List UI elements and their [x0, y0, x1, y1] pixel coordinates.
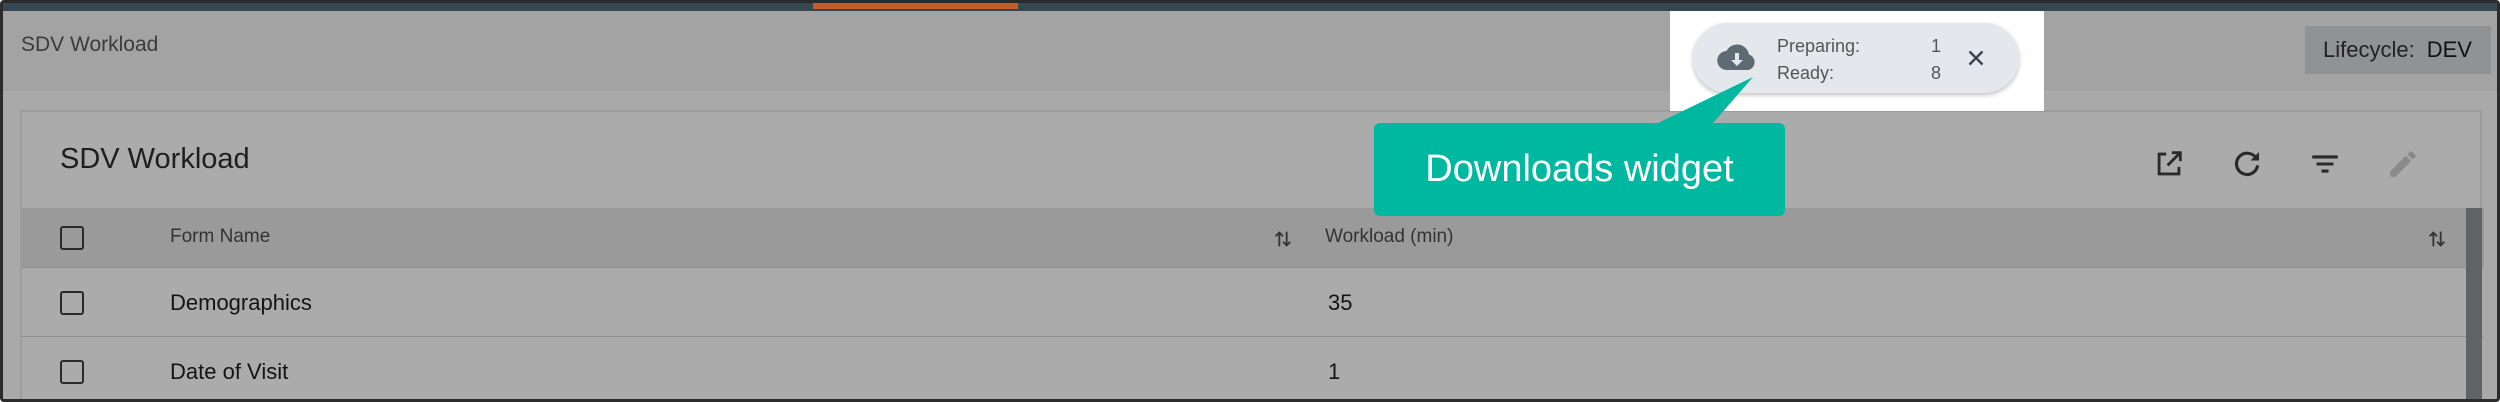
sort-icon[interactable]	[1272, 227, 1294, 251]
page-header: SDV Workload Lifecycle: DEV	[3, 11, 2497, 91]
cloud-download-icon	[1717, 44, 1755, 71]
workload-cell: 1	[1328, 359, 1341, 384]
vertical-scrollbar[interactable]	[2466, 208, 2482, 399]
lifecycle-label: Lifecycle:	[2323, 37, 2415, 62]
table-header: Form Name Workload (min)	[22, 208, 2484, 268]
table-row[interactable]: Demographics 35	[22, 269, 2484, 337]
ready-count: 8	[1931, 63, 1942, 83]
refresh-icon[interactable]	[2227, 144, 2267, 184]
column-header-workload[interactable]: Workload (min)	[1325, 226, 1453, 248]
form-name-cell: Demographics	[170, 290, 312, 315]
external-link-icon[interactable]	[2149, 144, 2189, 184]
lifecycle-value: DEV	[2426, 37, 2472, 62]
preparing-label: Preparing:	[1777, 36, 1861, 56]
edit-icon[interactable]	[2383, 144, 2423, 184]
top-nav-bar	[3, 3, 2497, 11]
table-row[interactable]: Date of Visit 1	[22, 338, 2484, 399]
form-name-cell: Date of Visit	[170, 359, 289, 384]
row-checkbox[interactable]	[60, 291, 84, 315]
downloads-widget-callout: Downloads widget	[1374, 123, 1785, 216]
panel-title: SDV Workload	[60, 143, 250, 175]
ready-label: Ready:	[1777, 63, 1835, 83]
workload-panel: SDV Workload Form Name Workload (min) De…	[20, 110, 2484, 399]
active-tab-indicator	[813, 3, 1018, 9]
app-window: SDV Workload Lifecycle: DEV SDV Workload…	[0, 0, 2500, 402]
preparing-count: 1	[1931, 36, 1942, 56]
row-checkbox[interactable]	[60, 360, 84, 384]
sort-icon[interactable]	[2426, 227, 2448, 251]
close-icon[interactable]	[1963, 45, 1989, 71]
filter-icon[interactable]	[2305, 144, 2345, 184]
column-header-form-name[interactable]: Form Name	[170, 226, 270, 248]
select-all-checkbox[interactable]	[60, 226, 84, 250]
page-title: SDV Workload	[21, 33, 159, 56]
lifecycle-badge[interactable]: Lifecycle: DEV	[2305, 26, 2491, 74]
workload-cell: 35	[1328, 290, 1353, 315]
